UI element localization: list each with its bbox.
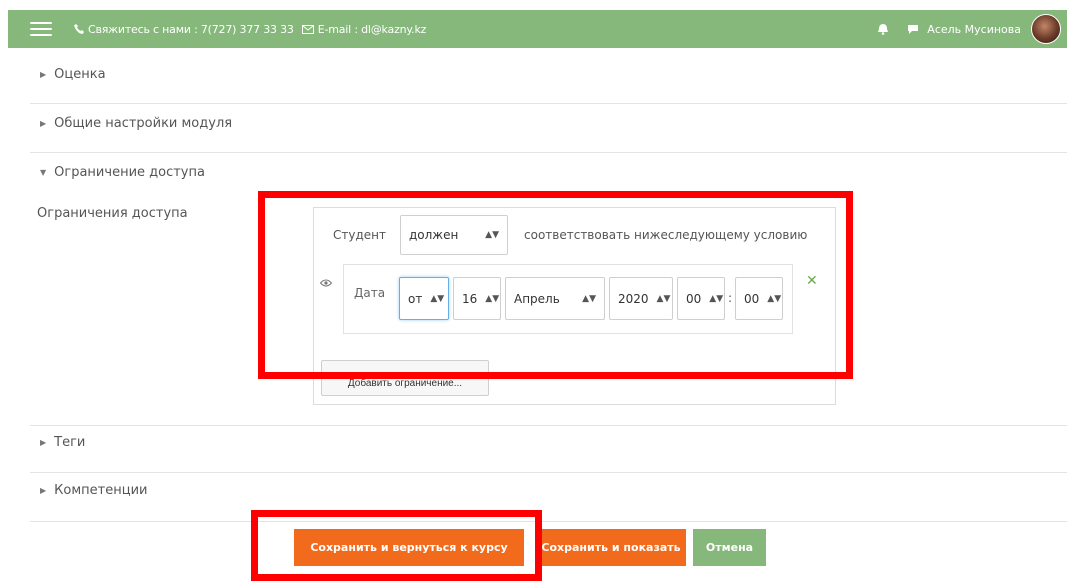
- caret-right-icon: ▶: [40, 485, 47, 495]
- day-value: 16: [462, 291, 478, 306]
- select-arrows-icon: ▲▼: [709, 293, 724, 304]
- mail-icon: [301, 24, 314, 34]
- select-arrows-icon: ▲▼: [485, 230, 499, 240]
- select-arrows-icon: ▲▼: [582, 293, 596, 304]
- caret-right-icon: ▶: [40, 437, 47, 447]
- caret-right-icon: ▶: [40, 118, 47, 128]
- month-select[interactable]: Апрель ▲▼: [505, 277, 605, 320]
- caret-down-icon: ▼: [40, 167, 47, 177]
- section-common-settings[interactable]: ▶ Общие настройки модуля: [40, 113, 1067, 133]
- student-label: Студент: [333, 228, 386, 242]
- phone-icon: [74, 24, 84, 34]
- direction-select[interactable]: от ▲▼: [399, 277, 449, 320]
- message-icon[interactable]: [907, 24, 919, 35]
- divider: [30, 152, 1067, 153]
- divider: [30, 425, 1067, 426]
- divider: [30, 103, 1067, 104]
- menu-icon[interactable]: [30, 22, 52, 36]
- time-colon: :: [728, 291, 733, 305]
- restrictions-label: Ограничения доступа: [37, 206, 188, 221]
- notification-bell-icon[interactable]: [877, 23, 889, 35]
- save-and-show-button[interactable]: Сохранить и показать: [536, 529, 686, 566]
- add-restriction-button[interactable]: Добавить ограничение...: [321, 360, 489, 396]
- cancel-button[interactable]: Отмена: [693, 529, 766, 566]
- section-common-settings-label: Общие настройки модуля: [54, 115, 233, 131]
- section-competencies[interactable]: ▶ Компетенции: [40, 480, 1067, 500]
- day-select[interactable]: 16 ▲▼: [453, 277, 501, 320]
- eye-icon[interactable]: [319, 276, 333, 290]
- section-grade-label: Оценка: [54, 66, 106, 82]
- select-arrows-icon: ▲▼: [485, 293, 500, 304]
- date-label: Дата: [354, 286, 386, 300]
- direction-value: от: [408, 291, 423, 306]
- caret-right-icon: ▶: [40, 69, 47, 79]
- year-value: 2020: [618, 291, 649, 306]
- user-name[interactable]: Асель Мусинова: [927, 23, 1021, 36]
- hour-value: 00: [686, 291, 702, 306]
- month-value: Апрель: [514, 291, 560, 306]
- section-tags[interactable]: ▶ Теги: [40, 432, 1067, 452]
- section-tags-label: Теги: [54, 434, 86, 450]
- must-select[interactable]: должен ▲▼: [400, 215, 508, 255]
- divider: [30, 472, 1067, 473]
- phone-text: Свяжитесь с нами : 7(727) 377 33 33: [88, 22, 294, 36]
- save-and-return-button[interactable]: Сохранить и вернуться к курсу: [294, 529, 524, 566]
- top-navbar: Свяжитесь с нами : 7(727) 377 33 33 E-ma…: [8, 10, 1067, 48]
- section-competencies-label: Компетенции: [54, 482, 148, 498]
- section-access-restriction[interactable]: ▼ Ограничение доступа: [40, 162, 1067, 182]
- select-arrows-icon: ▲▼: [430, 293, 445, 304]
- section-access-restriction-label: Ограничение доступа: [54, 164, 205, 180]
- select-arrows-icon: ▲▼: [656, 293, 671, 304]
- divider: [30, 521, 1067, 522]
- restriction-header-row: Студент должен ▲▼ соответствовать нижесл…: [333, 215, 807, 255]
- avatar[interactable]: [1031, 14, 1061, 44]
- delete-condition-icon[interactable]: ✕: [806, 273, 818, 289]
- contact-info: Свяжитесь с нами : 7(727) 377 33 33 E-ma…: [74, 23, 426, 36]
- year-select[interactable]: 2020 ▲▼: [609, 277, 673, 320]
- section-grade[interactable]: ▶ Оценка: [40, 64, 1067, 84]
- minute-select[interactable]: 00 ▲▼: [735, 277, 783, 320]
- minute-value: 00: [744, 291, 760, 306]
- email-text[interactable]: E-mail : dl@kazny.kz: [318, 23, 427, 36]
- hour-select[interactable]: 00 ▲▼: [677, 277, 725, 320]
- must-select-value: должен: [409, 228, 459, 242]
- select-arrows-icon: ▲▼: [767, 293, 782, 304]
- match-condition-text: соответствовать нижеследующему условию: [524, 228, 808, 242]
